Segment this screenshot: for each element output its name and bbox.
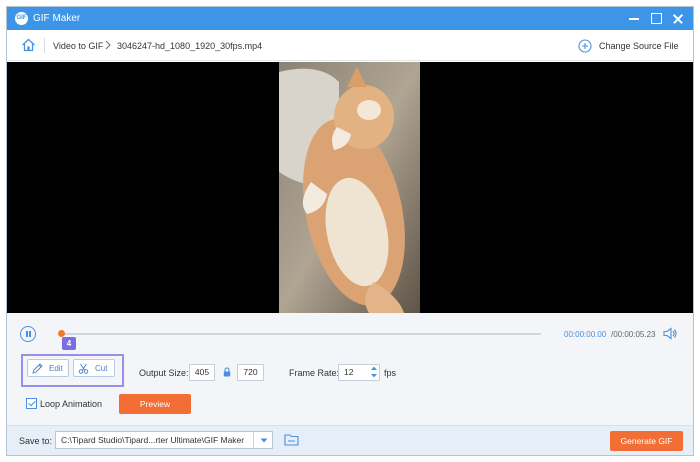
output-size-label: Output Size:	[139, 368, 189, 378]
video-preview[interactable]	[7, 62, 693, 313]
change-source-file-button[interactable]: Change Source File	[575, 38, 687, 54]
pause-button[interactable]	[20, 326, 36, 342]
timeline-track[interactable]	[61, 333, 541, 335]
cut-button[interactable]: Cut	[73, 359, 115, 377]
app-logo-icon: GIF	[15, 12, 28, 25]
video-frame-image	[279, 62, 420, 313]
cut-label: Cut	[95, 364, 108, 373]
divider	[44, 38, 45, 53]
close-button[interactable]	[669, 10, 687, 27]
total-time: /00:00:05.23	[611, 330, 656, 339]
lock-icon[interactable]	[223, 367, 231, 377]
minimize-button[interactable]	[625, 10, 643, 27]
spin-down-icon[interactable]	[370, 373, 378, 379]
save-path-dropdown[interactable]	[253, 432, 273, 448]
preview-button[interactable]: Preview	[119, 394, 191, 414]
maximize-button[interactable]	[647, 10, 665, 27]
controls-panel: 00:00:00.00 /00:00:05.23 4 Edit Cut Outp…	[7, 313, 693, 425]
frame-rate-label: Frame Rate:	[289, 368, 340, 378]
volume-icon[interactable]	[663, 327, 677, 340]
folder-icon[interactable]	[284, 433, 299, 446]
chevron-right-icon	[105, 40, 111, 50]
navigation-bar: Video to GIF 3046247-hd_1080_1920_30fps.…	[7, 30, 693, 61]
home-icon[interactable]	[21, 38, 36, 52]
loop-animation-checkbox[interactable]	[26, 398, 37, 409]
current-time: 00:00:00.00	[564, 330, 607, 339]
loop-animation-label[interactable]: Loop Animation	[40, 399, 102, 409]
scissors-icon	[78, 363, 89, 374]
plus-circle-icon	[578, 39, 592, 53]
breadcrumb-video-to-gif[interactable]: Video to GIF	[53, 41, 103, 51]
change-source-file-label: Change Source File	[599, 41, 679, 51]
save-path-value: C:\Tipard Studio\Tipard...rter Ultimate\…	[61, 435, 245, 445]
playhead-handle[interactable]	[58, 330, 65, 337]
output-height-field[interactable]: 720	[237, 364, 264, 381]
save-to-label: Save to:	[19, 436, 53, 446]
edit-button[interactable]: Edit	[27, 359, 69, 377]
title-bar: GIF GIF Maker	[7, 7, 693, 30]
spin-up-icon[interactable]	[370, 365, 378, 371]
chevron-down-icon	[260, 438, 268, 443]
generate-gif-button[interactable]: Generate GIF	[610, 431, 683, 451]
save-path-select[interactable]: C:\Tipard Studio\Tipard...rter Ultimate\…	[55, 431, 273, 449]
output-width-field[interactable]: 405	[189, 364, 215, 381]
window-title: GIF Maker	[33, 13, 81, 24]
step-number-badge: 4	[62, 337, 76, 350]
edit-icon	[32, 363, 43, 374]
fps-unit-label: fps	[384, 368, 397, 378]
breadcrumb-file-name: 3046247-hd_1080_1920_30fps.mp4	[117, 41, 263, 51]
edit-label: Edit	[49, 364, 63, 373]
gif-maker-window: GIF GIF Maker Video to GIF 3046247-hd_10…	[6, 6, 694, 456]
footer-bar: Save to: C:\Tipard Studio\Tipard...rter …	[7, 425, 693, 455]
